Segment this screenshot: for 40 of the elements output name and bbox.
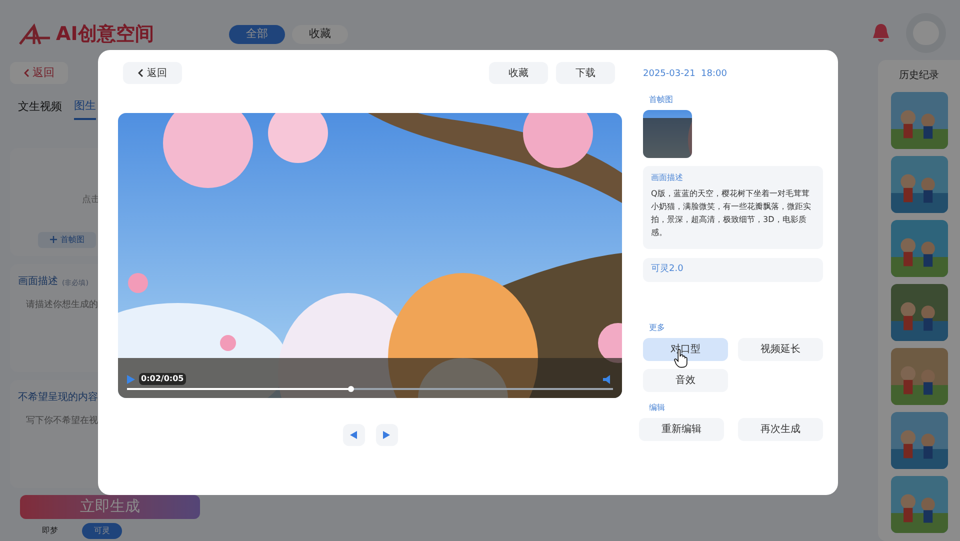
upload-button[interactable]: 首帧图 bbox=[38, 232, 96, 248]
triangle-right-icon bbox=[383, 431, 390, 439]
previous-button[interactable] bbox=[342, 424, 364, 446]
placeholder-text: 请描述你想生成的 bbox=[26, 298, 99, 312]
edit-button[interactable]: 再次生成 bbox=[738, 418, 823, 440]
more-option-button[interactable]: 视频延长 bbox=[738, 338, 823, 360]
back-button[interactable]: 返回 bbox=[123, 62, 182, 84]
filter-tab[interactable]: 收藏 bbox=[292, 25, 348, 44]
time-text: 0:02/0:05 bbox=[139, 373, 186, 385]
date-text: 2025-03-21 18:00 bbox=[643, 68, 728, 81]
filter-tab[interactable]: 全部 bbox=[229, 25, 285, 44]
field-label: 画面描述 bbox=[18, 274, 58, 288]
chevron-left-icon bbox=[138, 68, 143, 76]
model-text: 可灵2.0 bbox=[651, 262, 684, 276]
next-button[interactable] bbox=[376, 424, 398, 446]
section-label: 更多 bbox=[649, 322, 666, 334]
action-button[interactable]: 下载 bbox=[556, 62, 615, 84]
plus-icon bbox=[50, 236, 56, 243]
section-label: 编辑 bbox=[649, 402, 666, 414]
placeholder-text: 写下你不希望在视 bbox=[26, 414, 99, 428]
bell-icon[interactable] bbox=[872, 23, 890, 43]
mode-tab[interactable]: 文生视频 bbox=[18, 98, 62, 120]
mode-tab[interactable]: 图生 bbox=[74, 98, 96, 120]
section-label: 首帧图 bbox=[649, 94, 674, 106]
history-title: 历史纪录 bbox=[899, 68, 939, 83]
section-label: 画面描述 bbox=[651, 172, 684, 184]
field-label: 不希望呈现的内容 bbox=[18, 390, 98, 404]
edit-button[interactable]: 重新编辑 bbox=[639, 418, 724, 440]
volume-icon[interactable] bbox=[603, 374, 613, 384]
generate-button[interactable]: 立即生成 bbox=[20, 494, 200, 518]
more-option-button[interactable]: 音效 bbox=[643, 368, 728, 392]
back-button[interactable]: 返回 bbox=[10, 62, 68, 84]
model-tab[interactable]: 可灵 bbox=[82, 522, 122, 538]
chevron-left-icon bbox=[24, 68, 28, 77]
triangle-left-icon bbox=[350, 431, 357, 439]
logo-text: AI创意空间 bbox=[56, 22, 154, 47]
action-button[interactable]: 收藏 bbox=[489, 62, 548, 84]
model-tab[interactable]: 即梦 bbox=[30, 522, 70, 538]
logo-icon bbox=[18, 22, 52, 46]
description-text: Q版，蓝蓝的天空，樱花树下坐着一对毛茸茸小奶猫，满脸微笑，有一些花瓣飘落，微距实拍，景深，超高清，极致细节，3D，电影质感。 bbox=[651, 188, 812, 238]
